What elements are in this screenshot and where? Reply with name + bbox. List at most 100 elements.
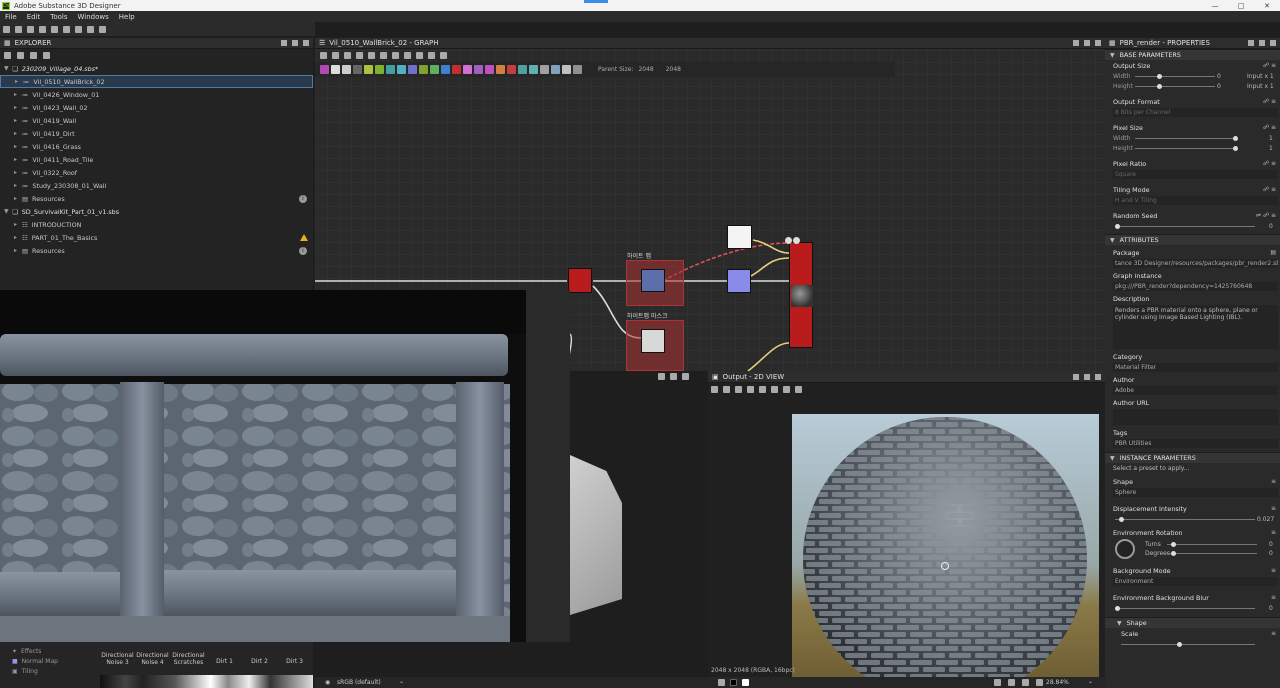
output-width-value[interactable]: 0 [1217,73,1221,80]
rotation-dial[interactable] [1115,539,1135,559]
node-palette-icon[interactable] [474,65,483,74]
node-palette-icon[interactable] [320,65,329,74]
bg-blur-value[interactable]: 0 [1269,605,1273,612]
panel-close-icon[interactable] [1270,40,1276,46]
menu-windows[interactable]: Windows [73,13,114,21]
pin-icon[interactable] [658,373,665,380]
histogram-icon[interactable] [795,386,802,393]
section-base-parameters[interactable]: ▼ BASE PARAMETERS [1105,49,1280,60]
screenshot-icon[interactable] [63,25,70,33]
chevron-down-icon[interactable]: ▼ [4,65,12,72]
explorer-item[interactable]: ▸ ▤ Resources i [0,192,313,205]
black-bg-icon[interactable] [730,679,737,686]
category-field[interactable]: Material Filter [1113,363,1278,372]
degrees-value[interactable]: 0 [1269,550,1273,557]
node-palette-icon[interactable] [353,65,362,74]
node-pbr-render[interactable] [789,242,813,348]
preset-select[interactable]: Select a preset to apply... [1105,463,1280,473]
node-palette-icon[interactable] [496,65,505,74]
white-bg-icon[interactable] [742,679,749,686]
author-field[interactable]: Adobe [1113,386,1278,395]
node-white-uniform[interactable] [727,225,752,249]
output-width-mode[interactable]: Input x 1 [1247,73,1274,80]
float-icon[interactable] [1084,373,1090,380]
channel-icon[interactable] [735,386,742,393]
node-palette-icon[interactable] [419,65,428,74]
2d-view-panel[interactable]: 2048 x 2048 (RGBA, 16bpc) [708,383,1105,688]
output-width-slider[interactable] [1135,74,1215,79]
shape-select[interactable]: Sphere [1113,488,1278,497]
menu-edit[interactable]: Edit [22,13,46,21]
chevron-right-icon[interactable]: ▸ [14,117,22,124]
save-image-icon[interactable] [723,386,730,393]
float-icon[interactable] [1259,40,1265,46]
explorer-item[interactable]: ▸ ≔ Study_230308_01_Wall [0,179,313,192]
explorer-item[interactable]: ▸ ☷ PART_01_The_Basics [0,231,313,244]
reset-zoom-icon[interactable] [1036,679,1043,686]
link-icon[interactable]: ☍ ≡ [1263,62,1276,69]
explorer-item[interactable]: ▸ ≔ Vil_0322_Roof [0,166,313,179]
copy-icon[interactable] [711,386,718,393]
output-height-value[interactable]: 0 [1217,83,1221,90]
menu-icon[interactable]: ≡ [1271,529,1276,536]
pin-icon[interactable] [281,40,287,46]
library-item-effects[interactable]: ✦ Effects [0,646,96,656]
menu-tools[interactable]: Tools [45,13,72,21]
node-palette-icon[interactable] [518,65,527,74]
menu-icon[interactable]: ≡ [1271,505,1276,512]
displacement-value[interactable]: 0.027 [1257,516,1274,523]
chevron-right-icon[interactable]: ▸ [14,221,22,228]
turns-value[interactable]: 0 [1269,541,1273,548]
info-icon[interactable]: i [299,246,307,255]
save-icon[interactable] [39,25,46,33]
turns-slider[interactable] [1167,542,1257,547]
uv-icon[interactable] [759,386,766,393]
chevron-down-icon[interactable]: ⌄ [1088,678,1093,685]
menu-icon[interactable]: ≡ [1271,594,1276,601]
info-icon[interactable] [783,386,790,393]
random-seed-value[interactable]: 0 [1269,223,1273,230]
save-all-icon[interactable] [51,25,58,33]
node-height-gray[interactable] [641,329,665,353]
explorer-item[interactable]: ▸ ▤ Resources i [0,244,313,257]
close-icon[interactable]: ✕ [1254,2,1280,10]
explorer-package[interactable]: ▼ ❏ 230209_Village_04.sbs* [0,62,313,75]
node-palette-icon[interactable] [375,65,384,74]
explorer-package[interactable]: ▼ ❏ SD_SurvivalKit_Part_01_v1.sbs [0,205,313,218]
pin-icon[interactable] [1073,373,1079,380]
explorer-item[interactable]: ▸ ☷ INTRODUCTION [0,218,313,231]
explorer-item[interactable]: ▸ ≔ Vil_0419_Wall [0,114,313,127]
node-height-blue[interactable] [641,269,665,292]
menu-file[interactable]: File [0,13,22,21]
node-palette-icon[interactable] [452,65,461,74]
new-package-icon[interactable] [15,25,22,33]
3d-viewport[interactable] [0,290,570,642]
zoom-out-icon[interactable] [1008,679,1015,686]
scale-slider[interactable] [1121,642,1255,647]
node-palette-icon[interactable] [562,65,571,74]
bg-blur-slider[interactable] [1115,606,1255,611]
warning-icon[interactable] [300,234,308,241]
degrees-slider[interactable] [1167,551,1257,556]
node-palette-icon[interactable] [408,65,417,74]
graph-instance-field[interactable]: pkg:///PBR_render?dependency=1425760648 [1113,282,1278,291]
explorer-item[interactable]: ▸ ≔ Vil_0510_WallBrick_02 [0,75,313,88]
menu-icon[interactable]: ≡ [1271,630,1276,637]
chevron-right-icon[interactable]: ▸ [15,78,23,85]
new-icon[interactable] [4,52,11,59]
node-palette-icon[interactable] [397,65,406,74]
tiling-icon[interactable] [771,386,778,393]
section-shape[interactable]: ▼ Shape [1105,617,1280,628]
pixel-ratio-select[interactable]: Square [1113,170,1278,179]
node-palette-icon[interactable] [529,65,538,74]
pixel-height-value[interactable]: 1 [1269,145,1273,152]
node-red-input[interactable] [568,268,592,293]
node-palette-icon[interactable] [573,65,582,74]
node-palette-icon[interactable] [441,65,450,74]
menu-icon[interactable]: ≡ [1271,478,1276,485]
float-icon[interactable] [670,373,677,380]
shuffle-icon[interactable]: ⇌ ☍ ≡ [1256,212,1276,219]
output-height-slider[interactable] [1135,84,1215,89]
grid-icon[interactable] [747,386,754,393]
node-palette-icon[interactable] [540,65,549,74]
